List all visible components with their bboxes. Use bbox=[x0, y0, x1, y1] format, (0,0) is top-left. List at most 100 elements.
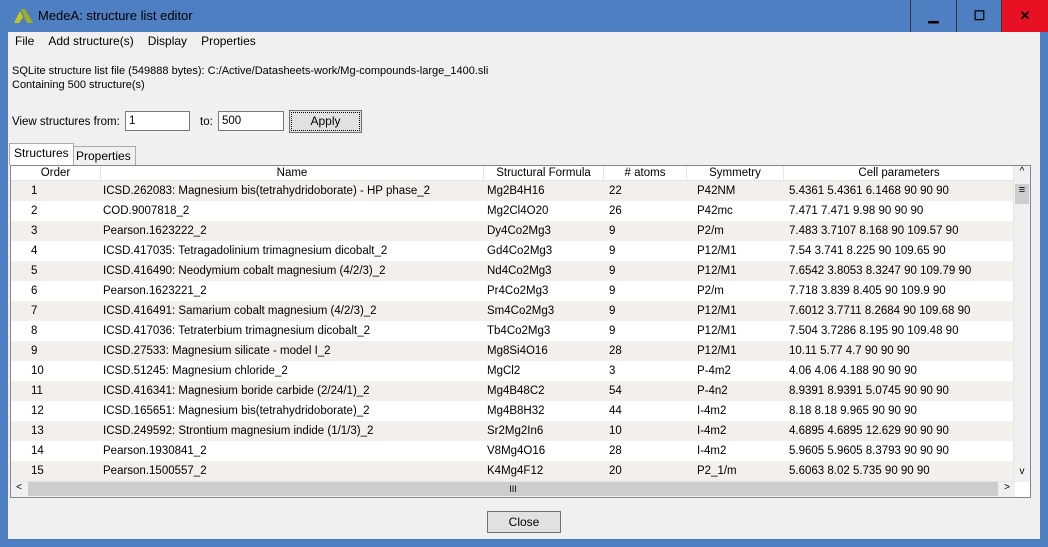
cell-name: ICSD.249592: Strontium magnesium indide … bbox=[103, 425, 374, 437]
cell-order: 5 bbox=[31, 265, 38, 277]
table-row[interactable]: 11 ICSD.416341: Magnesium boride carbide … bbox=[11, 381, 1015, 401]
horizontal-scroll-thumb[interactable]: III bbox=[28, 482, 998, 496]
table-row[interactable]: 9 ICSD.27533: Magnesium silicate - model … bbox=[11, 341, 1015, 361]
table-row[interactable]: 12 ICSD.165651: Magnesium bis(tetrahydrid… bbox=[11, 401, 1015, 421]
cell-order: 15 bbox=[31, 465, 44, 477]
table-row[interactable]: 7 ICSD.416491: Samarium cobalt magnesium … bbox=[11, 301, 1015, 321]
table-row[interactable]: 1 ICSD.262083: Magnesium bis(tetrahydrido… bbox=[11, 181, 1015, 201]
cell-symmetry: P42mc bbox=[697, 205, 733, 217]
close-window-button[interactable]: ✕ bbox=[1001, 0, 1048, 32]
scroll-right-button[interactable]: > bbox=[999, 482, 1015, 493]
view-from-label: View structures from: bbox=[12, 116, 120, 128]
cell-symmetry: P12/M1 bbox=[697, 325, 737, 337]
table-row[interactable]: 5 ICSD.416490: Neodymium cobalt magnesium… bbox=[11, 261, 1015, 281]
cell-atoms: 9 bbox=[609, 265, 616, 277]
table-row[interactable]: 3 Pearson.1623222_2 Dy4Co2Mg3 9 P2/m 7.483 3.… bbox=[11, 221, 1015, 241]
cell-name: ICSD.416490: Neodymium cobalt magnesium … bbox=[103, 265, 386, 277]
scroll-thumb[interactable]: ≡ bbox=[1015, 184, 1029, 204]
apply-button[interactable]: Apply bbox=[289, 110, 362, 133]
client-area: File Add structure(s) Display Properties… bbox=[8, 32, 1040, 539]
scroll-down-button[interactable]: v bbox=[1014, 466, 1030, 482]
cell-symmetry: P2_1/m bbox=[697, 465, 737, 477]
column-symmetry[interactable]: Symmetry bbox=[687, 166, 784, 181]
cell-name: Pearson.1930841_2 bbox=[103, 445, 207, 457]
table-row[interactable]: 10 ICSD.51245: Magnesium chloride_2 MgCl2 3… bbox=[11, 361, 1015, 381]
cell-symmetry: P2/m bbox=[697, 225, 724, 237]
menu-properties[interactable]: Properties bbox=[194, 32, 263, 50]
column-formula[interactable]: Structural Formula bbox=[484, 166, 604, 181]
cell-formula: Pr4Co2Mg3 bbox=[487, 285, 549, 297]
cell-atoms: 28 bbox=[609, 345, 622, 357]
cell-formula: Mg2B4H16 bbox=[487, 185, 545, 197]
scroll-left-button[interactable]: < bbox=[11, 482, 27, 493]
table-row[interactable]: 14 Pearson.1930841_2 V8Mg4O16 28 I-4m2 5.9605… bbox=[11, 441, 1015, 461]
cell-symmetry: P12/M1 bbox=[697, 265, 737, 277]
cell-symmetry: I-4m2 bbox=[697, 425, 727, 437]
cell-order: 13 bbox=[31, 425, 44, 437]
structure-count: Containing 500 structure(s) bbox=[12, 79, 145, 91]
menu-file[interactable]: File bbox=[8, 32, 41, 50]
cell-symmetry: P2/m bbox=[697, 285, 724, 297]
column-cell-parameters[interactable]: Cell parameters bbox=[784, 166, 1015, 181]
tab-properties[interactable]: Properties bbox=[71, 146, 136, 165]
cell-formula: MgCl2 bbox=[487, 365, 521, 377]
cell-parameters: 7.504 3.7286 8.195 90 109.48 90 bbox=[789, 325, 959, 337]
table-row[interactable]: 4 ICSD.417035: Tetragadolinium trimagnesi… bbox=[11, 241, 1015, 261]
cell-parameters: 5.4361 5.4361 6.1468 90 90 90 bbox=[789, 185, 949, 197]
scroll-up-button[interactable]: ^ bbox=[1014, 166, 1030, 182]
menu-display[interactable]: Display bbox=[141, 32, 194, 50]
table-row[interactable]: 8 ICSD.417036: Tetraterbium trimagnesium … bbox=[11, 321, 1015, 341]
window-title: MedeA: structure list editor bbox=[38, 8, 193, 23]
maximize-button[interactable]: ☐ bbox=[956, 0, 1002, 32]
cell-order: 1 bbox=[31, 185, 38, 197]
cell-name: Pearson.1623221_2 bbox=[103, 285, 207, 297]
tab-structures[interactable]: Structures bbox=[9, 143, 74, 165]
cell-name: Pearson.1500557_2 bbox=[103, 465, 207, 477]
cell-name: ICSD.417036: Tetraterbium trimagnesium d… bbox=[103, 325, 370, 337]
cell-name: COD.9007818_2 bbox=[103, 205, 190, 217]
column-order[interactable]: Order bbox=[11, 166, 101, 181]
cell-symmetry: P12/M1 bbox=[697, 245, 737, 257]
view-to-input[interactable] bbox=[218, 111, 284, 131]
cell-order: 10 bbox=[31, 365, 44, 377]
column-name[interactable]: Name bbox=[101, 166, 484, 181]
cell-parameters: 4.06 4.06 4.188 90 90 90 bbox=[789, 365, 917, 377]
title-bar[interactable]: MedeA: structure list editor ▁ ☐ ✕ bbox=[0, 0, 1048, 32]
view-from-input[interactable] bbox=[125, 111, 190, 131]
cell-formula: V8Mg4O16 bbox=[487, 445, 546, 457]
cell-name: ICSD.416341: Magnesium boride carbide (2… bbox=[103, 385, 370, 397]
cell-order: 12 bbox=[31, 405, 44, 417]
table-row[interactable]: 2 COD.9007818_2 Mg2Cl4O20 26 P42mc 7.471 7.47… bbox=[11, 201, 1015, 221]
menu-bar: File Add structure(s) Display Properties bbox=[8, 32, 263, 50]
app-window: MedeA: structure list editor ▁ ☐ ✕ File … bbox=[0, 0, 1048, 547]
vertical-scrollbar[interactable]: ^ ≡ v bbox=[1013, 166, 1030, 482]
cell-name: ICSD.165651: Magnesium bis(tetrahydridob… bbox=[103, 405, 370, 417]
cell-formula: Sr2Mg2In6 bbox=[487, 425, 544, 437]
table-header: Order Name Structural Formula # atoms Sy… bbox=[11, 166, 1015, 181]
cell-name: ICSD.416491: Samarium cobalt magnesium (… bbox=[103, 305, 377, 317]
table-row[interactable]: 15 Pearson.1500557_2 K4Mg4F12 20 P2_1/m 5.606… bbox=[11, 461, 1015, 481]
structures-table: Order Name Structural Formula # atoms Sy… bbox=[10, 165, 1031, 498]
cell-atoms: 54 bbox=[609, 385, 622, 397]
cell-parameters: 7.54 3.741 8.225 90 109.65 90 bbox=[789, 245, 946, 257]
column-atoms[interactable]: # atoms bbox=[604, 166, 687, 181]
cell-symmetry: P12/M1 bbox=[697, 345, 737, 357]
cell-formula: Mg4B8H32 bbox=[487, 405, 545, 417]
minimize-button[interactable]: ▁ bbox=[910, 0, 956, 32]
cell-order: 8 bbox=[31, 325, 38, 337]
cell-order: 6 bbox=[31, 285, 38, 297]
file-info: SQLite structure list file (549888 bytes… bbox=[12, 65, 489, 77]
cell-atoms: 26 bbox=[609, 205, 622, 217]
cell-parameters: 7.6542 3.8053 8.3247 90 109.79 90 bbox=[789, 265, 972, 277]
table-row[interactable]: 13 ICSD.249592: Strontium magnesium indid… bbox=[11, 421, 1015, 441]
menu-add-structures[interactable]: Add structure(s) bbox=[41, 32, 140, 50]
horizontal-scrollbar[interactable]: < III > bbox=[11, 481, 1015, 497]
cell-parameters: 7.483 3.7107 8.168 90 109.57 90 bbox=[789, 225, 959, 237]
cell-formula: Mg8Si4O16 bbox=[487, 345, 548, 357]
cell-symmetry: I-4m2 bbox=[697, 445, 727, 457]
cell-symmetry: P-4n2 bbox=[697, 385, 728, 397]
cell-atoms: 3 bbox=[609, 365, 616, 377]
close-button[interactable]: Close bbox=[487, 511, 561, 533]
table-row[interactable]: 6 Pearson.1623221_2 Pr4Co2Mg3 9 P2/m 7.718 3.… bbox=[11, 281, 1015, 301]
cell-formula: Tb4Co2Mg3 bbox=[487, 325, 551, 337]
